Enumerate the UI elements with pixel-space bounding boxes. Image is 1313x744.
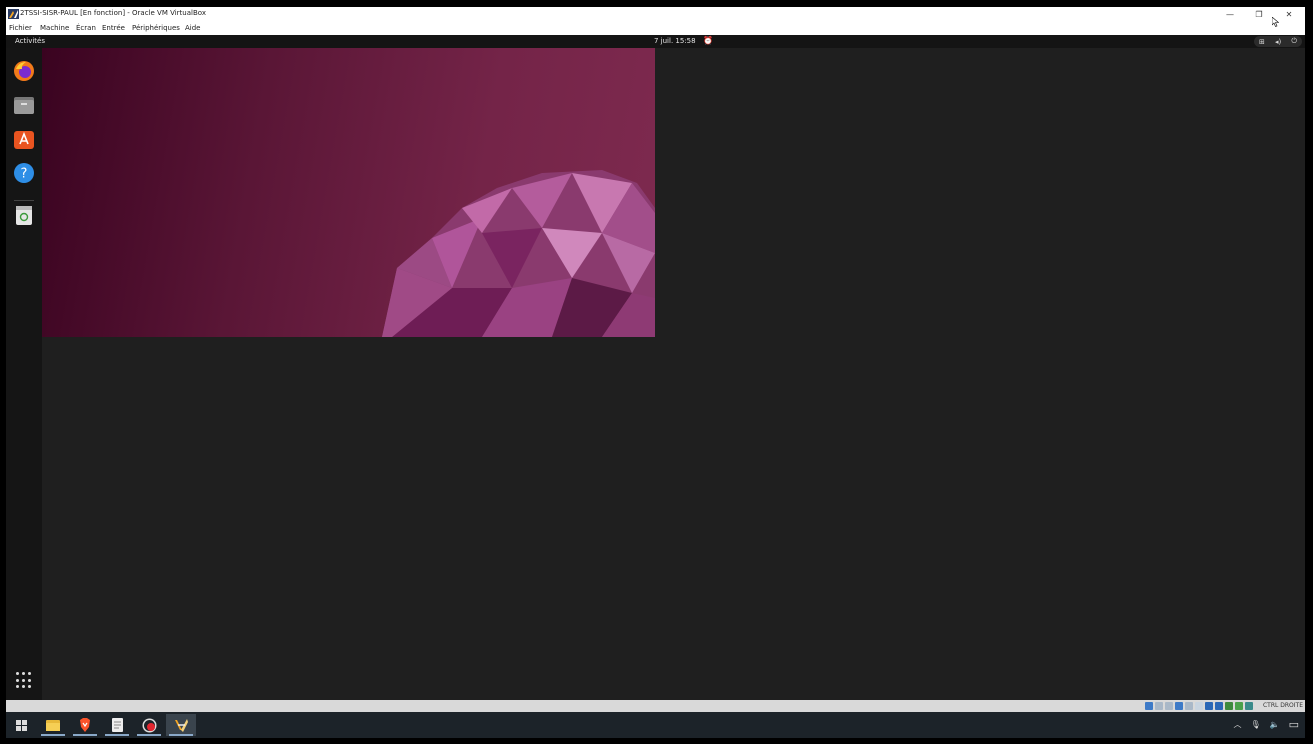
vm-status-bar: CTRL DROITE — [6, 700, 1305, 712]
window-titlebar[interactable]: 2TSSI-SISR-PAUL [En fonction] - Oracle V… — [6, 7, 1305, 21]
notepad-icon[interactable] — [102, 714, 132, 736]
minimize-button[interactable]: — — [1215, 7, 1245, 21]
ubuntu-dock: ? — [6, 48, 42, 702]
keyboard-icon[interactable] — [1245, 702, 1253, 710]
system-tray: ︿ 🎙 🔈 ▭ — [1233, 718, 1299, 731]
desktop-wallpaper — [42, 48, 655, 337]
ubuntu-top-bar: Activités 7 juil. 15:58 ⏰ ⊞ ◂) ⏻ — [6, 35, 1305, 48]
brave-icon[interactable] — [70, 714, 100, 736]
network-adapter-icon[interactable] — [1175, 702, 1183, 710]
app-grid-icon[interactable] — [16, 672, 33, 689]
audio-icon[interactable] — [1165, 702, 1173, 710]
recording-icon[interactable] — [1215, 702, 1223, 710]
mouse-integration-icon[interactable] — [1235, 702, 1243, 710]
clock[interactable]: 7 juil. 15:58 — [654, 37, 696, 45]
recorder-icon[interactable] — [134, 714, 164, 736]
network-icon: ⊞ — [1259, 37, 1265, 46]
file-explorer-icon[interactable] — [38, 714, 68, 736]
speaker-icon[interactable]: 🔈 — [1270, 720, 1280, 729]
menu-peripheriques[interactable]: Périphériques — [132, 24, 180, 32]
files-icon[interactable] — [13, 94, 35, 116]
windows-taskbar: ︿ 🎙 🔈 ▭ — [6, 712, 1305, 738]
trash-icon[interactable] — [13, 204, 35, 226]
activities-button[interactable]: Activités — [15, 37, 45, 45]
mouse-cursor-icon — [1272, 17, 1279, 27]
shared-folders-icon[interactable] — [1195, 702, 1203, 710]
menu-aide[interactable]: Aide — [185, 24, 200, 32]
chevron-up-icon[interactable]: ︿ — [1233, 719, 1241, 730]
system-menu[interactable]: ⊞ ◂) ⏻ — [1254, 36, 1302, 47]
virtualbox-window: 2TSSI-SISR-PAUL [En fonction] - Oracle V… — [6, 7, 1305, 738]
restore-button[interactable]: ❐ — [1244, 7, 1274, 21]
cpu-icon[interactable] — [1225, 702, 1233, 710]
menu-fichier[interactable]: Fichier — [9, 24, 32, 32]
software-center-icon[interactable] — [13, 128, 35, 150]
menu-ecran[interactable]: Écran — [76, 24, 96, 32]
virtualbox-app-icon — [8, 9, 19, 19]
notifications-icon[interactable]: ▭ — [1289, 718, 1299, 731]
virtualbox-taskbar-icon[interactable] — [166, 714, 196, 736]
menu-machine[interactable]: Machine — [40, 24, 69, 32]
firefox-icon[interactable] — [13, 60, 35, 82]
host-key-label: CTRL DROITE — [1262, 702, 1303, 709]
menu-entree[interactable]: Entrée — [102, 24, 125, 32]
power-icon: ⏻ — [1291, 37, 1297, 45]
dock-separator — [14, 200, 34, 201]
svg-text:?: ? — [21, 167, 28, 182]
window-title: 2TSSI-SISR-PAUL [En fonction] - Oracle V… — [20, 9, 206, 17]
microphone-icon[interactable]: 🎙 — [1250, 720, 1260, 729]
windows-start-icon[interactable] — [6, 714, 36, 736]
vm-status-icons — [1145, 702, 1253, 710]
alarm-icon: ⏰ — [703, 36, 713, 45]
menu-bar: Fichier Machine Écran Entrée Périphériqu… — [6, 21, 1305, 36]
display-icon[interactable] — [1205, 702, 1213, 710]
volume-icon: ◂) — [1275, 37, 1282, 46]
hard-disk-icon[interactable] — [1145, 702, 1153, 710]
optical-drive-icon[interactable] — [1155, 702, 1163, 710]
wallpaper-polygons — [382, 170, 655, 337]
usb-icon[interactable] — [1185, 702, 1193, 710]
help-icon[interactable]: ? — [13, 162, 35, 184]
